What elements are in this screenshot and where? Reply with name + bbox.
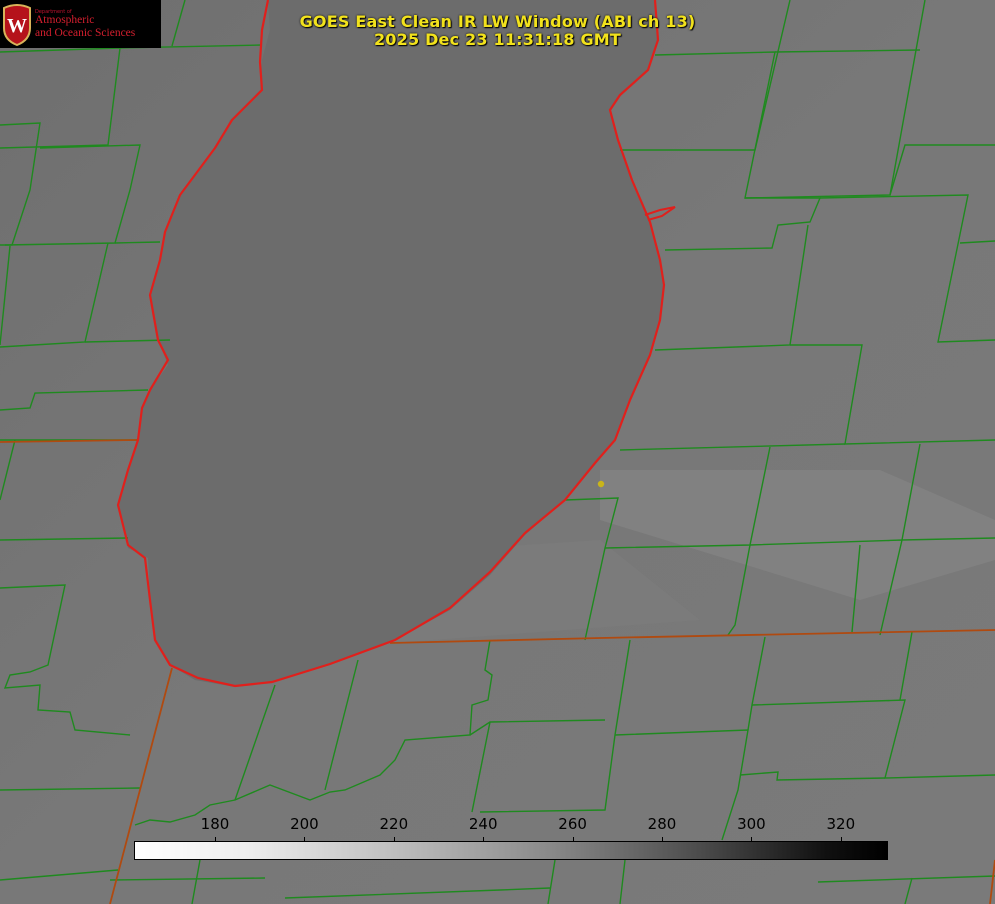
- colorbar-tick-label: 280: [647, 815, 677, 833]
- colorbar-tick-mark: [483, 837, 485, 842]
- colorbar-tick-mark: [393, 837, 395, 842]
- colorbar-tick-label: 240: [468, 815, 498, 833]
- colorbar-tick-label: 180: [200, 815, 230, 833]
- colorbar-tick-label: 220: [379, 815, 409, 833]
- colorbar-tick-label: 200: [290, 815, 319, 833]
- image-timestamp: 2025 Dec 23 11:31:18 GMT: [373, 30, 622, 49]
- colorbar-tick-label: 320: [826, 815, 856, 833]
- colorbar-tick-label: 300: [737, 815, 766, 833]
- colorbar-tick-mark: [662, 837, 663, 842]
- colorbar-tick-mark: [840, 837, 842, 842]
- satellite-map: [0, 0, 995, 904]
- colorbar-tick-mark: [215, 837, 216, 842]
- colorbar-tick-mark: [304, 837, 306, 842]
- image-title: GOES East Clean IR LW Window (ABI ch 13): [299, 12, 696, 31]
- colorbar-tick-label: 260: [558, 815, 587, 833]
- colorbar: [134, 841, 888, 860]
- colorbar-tick-mark: [751, 837, 753, 842]
- colorbar-tick-mark: [572, 837, 574, 842]
- station-marker: [597, 480, 605, 488]
